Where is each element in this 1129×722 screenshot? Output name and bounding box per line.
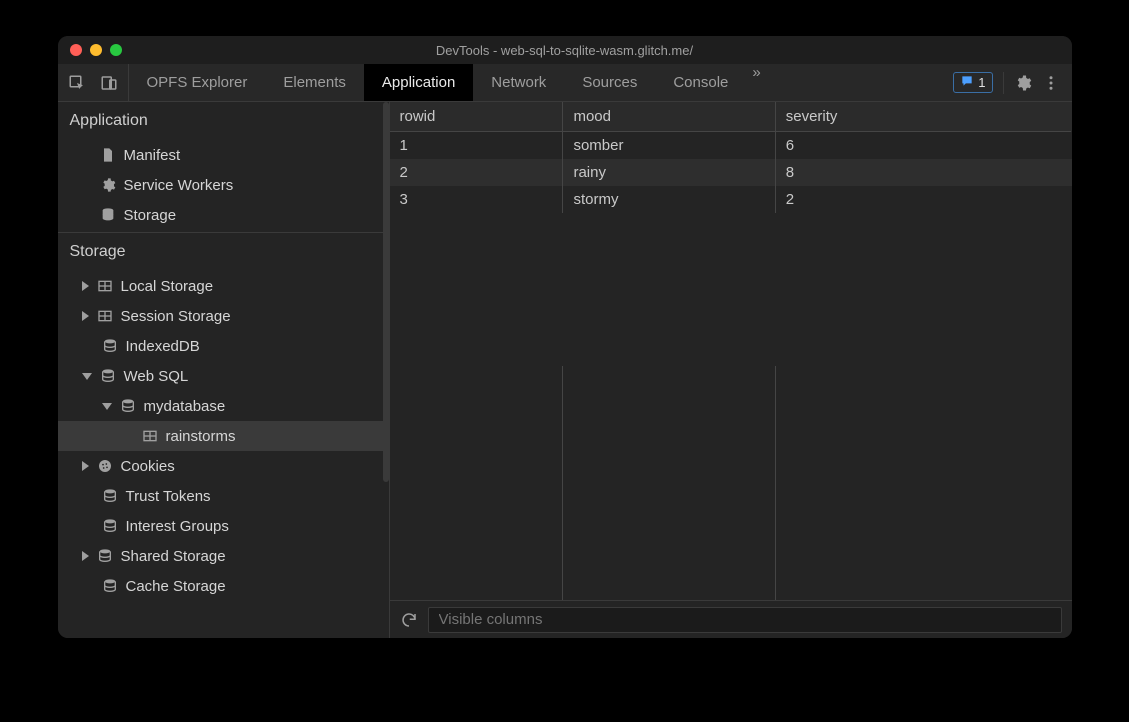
sidebar-item-mydatabase[interactable]: mydatabase bbox=[58, 391, 389, 421]
grid-icon bbox=[97, 308, 113, 324]
refresh-icon[interactable] bbox=[400, 611, 418, 629]
tab-opfs-explorer[interactable]: OPFS Explorer bbox=[129, 64, 266, 101]
divider bbox=[1003, 72, 1004, 94]
main-split: Application Manifest Service Workers Sto… bbox=[58, 102, 1072, 638]
devtools-window: DevTools - web-sql-to-sqlite-wasm.glitch… bbox=[58, 36, 1072, 638]
application-sidebar: Application Manifest Service Workers Sto… bbox=[58, 102, 390, 638]
window-controls bbox=[70, 44, 122, 56]
tab-sources[interactable]: Sources bbox=[564, 64, 655, 101]
table-cell: somber bbox=[563, 132, 775, 159]
table-cell: 2 bbox=[390, 159, 564, 186]
db-icon bbox=[120, 398, 136, 414]
grid-icon bbox=[142, 428, 158, 444]
chevron-down-icon bbox=[82, 373, 92, 380]
sidebar-item-web-sql[interactable]: Web SQL bbox=[58, 361, 389, 391]
db-icon bbox=[102, 578, 118, 594]
kebab-menu-icon[interactable] bbox=[1042, 74, 1060, 92]
device-toolbar-icon[interactable] bbox=[100, 74, 118, 92]
table-cell: stormy bbox=[563, 186, 775, 213]
chevron-right-icon bbox=[82, 551, 89, 561]
data-grid-header: rowid mood severity bbox=[390, 102, 1072, 132]
tab-application[interactable]: Application bbox=[364, 64, 473, 101]
settings-icon[interactable] bbox=[1014, 74, 1032, 92]
sidebar-item-indexeddb[interactable]: IndexedDB bbox=[58, 331, 389, 361]
column-header-severity[interactable]: severity bbox=[776, 102, 1072, 132]
maximize-window-icon[interactable] bbox=[110, 44, 122, 56]
db-icon bbox=[102, 488, 118, 504]
messages-badge[interactable]: 1 bbox=[953, 72, 992, 93]
sidebar-item-cache-storage[interactable]: Cache Storage bbox=[58, 571, 389, 601]
minimize-window-icon[interactable] bbox=[90, 44, 102, 56]
messages-count: 1 bbox=[978, 75, 985, 90]
table-cell: 8 bbox=[776, 159, 1072, 186]
sidebar-item-rainstorms[interactable]: rainstorms bbox=[58, 421, 389, 451]
window-titlebar: DevTools - web-sql-to-sqlite-wasm.glitch… bbox=[58, 36, 1072, 64]
sidebar-item-storage-overview[interactable]: Storage bbox=[58, 200, 389, 230]
inspect-element-icon[interactable] bbox=[68, 74, 86, 92]
devtools-toolbar: OPFS Explorer Elements Application Netwo… bbox=[58, 64, 1072, 102]
table-cell: 3 bbox=[390, 186, 564, 213]
table-row[interactable]: 2rainy8 bbox=[390, 159, 1072, 186]
chevron-right-icon bbox=[82, 281, 89, 291]
sidebar-item-trust-tokens[interactable]: Trust Tokens bbox=[58, 481, 389, 511]
content-panel: rowid mood severity 1somber62rainy83stor… bbox=[390, 102, 1072, 638]
gear-icon bbox=[100, 177, 116, 193]
window-title: DevTools - web-sql-to-sqlite-wasm.glitch… bbox=[58, 43, 1072, 58]
database-icon bbox=[100, 207, 116, 223]
table-row[interactable]: 3stormy2 bbox=[390, 186, 1072, 213]
chat-icon bbox=[960, 74, 974, 91]
more-tabs-icon[interactable]: » bbox=[746, 64, 766, 101]
db-icon bbox=[97, 548, 113, 564]
tab-network[interactable]: Network bbox=[473, 64, 564, 101]
sidebar-item-session-storage[interactable]: Session Storage bbox=[58, 301, 389, 331]
section-application-title: Application bbox=[58, 102, 389, 138]
sidebar-item-service-workers[interactable]: Service Workers bbox=[58, 170, 389, 200]
file-icon bbox=[100, 147, 116, 163]
sidebar-item-interest-groups[interactable]: Interest Groups bbox=[58, 511, 389, 541]
table-cell: 6 bbox=[776, 132, 1072, 159]
column-header-mood[interactable]: mood bbox=[563, 102, 775, 132]
close-window-icon[interactable] bbox=[70, 44, 82, 56]
sidebar-item-local-storage[interactable]: Local Storage bbox=[58, 271, 389, 301]
table-row[interactable]: 1somber6 bbox=[390, 132, 1072, 159]
table-cell: 1 bbox=[390, 132, 564, 159]
db-icon bbox=[100, 368, 116, 384]
chevron-down-icon bbox=[102, 403, 112, 410]
tab-console[interactable]: Console bbox=[655, 64, 746, 101]
db-icon bbox=[102, 338, 118, 354]
grid-icon bbox=[97, 278, 113, 294]
sidebar-item-shared-storage[interactable]: Shared Storage bbox=[58, 541, 389, 571]
visible-columns-input[interactable] bbox=[428, 607, 1062, 633]
grid-footer bbox=[390, 600, 1072, 638]
sidebar-item-manifest[interactable]: Manifest bbox=[58, 140, 389, 170]
column-header-rowid[interactable]: rowid bbox=[390, 102, 564, 132]
section-storage-title: Storage bbox=[58, 233, 389, 269]
chevron-right-icon bbox=[82, 461, 89, 471]
db-icon bbox=[102, 518, 118, 534]
table-cell: 2 bbox=[776, 186, 1072, 213]
table-cell: rainy bbox=[563, 159, 775, 186]
data-grid: rowid mood severity 1somber62rainy83stor… bbox=[390, 102, 1072, 600]
tab-elements[interactable]: Elements bbox=[265, 64, 364, 101]
cookie-icon bbox=[97, 458, 113, 474]
sidebar-item-cookies[interactable]: Cookies bbox=[58, 451, 389, 481]
devtools-tabs: OPFS Explorer Elements Application Netwo… bbox=[129, 64, 942, 101]
chevron-right-icon bbox=[82, 311, 89, 321]
